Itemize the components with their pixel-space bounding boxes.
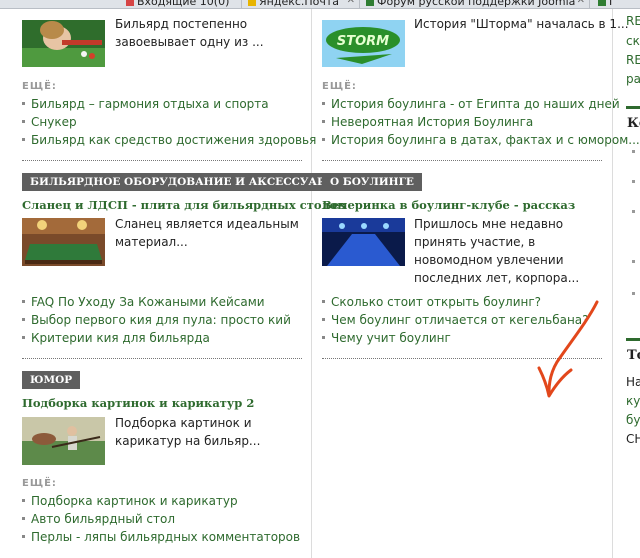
storm-logo-thumbnail[interactable]: STORM bbox=[322, 20, 405, 67]
related-link[interactable]: История боулинга в датах, фактах и с юмо… bbox=[322, 131, 640, 149]
bullet bbox=[632, 180, 635, 183]
cartoon-photo bbox=[22, 417, 105, 465]
category-badge[interactable]: Бильярдное оборудование и аксессуары bbox=[22, 173, 346, 191]
svg-text:STORM: STORM bbox=[337, 34, 389, 49]
browser-tab-joomla-forum[interactable]: Форум русской поддержки Joomla ✕ bbox=[362, 0, 590, 8]
more-label: ЕЩЁ: bbox=[22, 81, 57, 92]
sidebar-fragment[interactable]: ра bbox=[626, 70, 640, 89]
column-divider bbox=[311, 9, 312, 558]
browser-tab-inbox[interactable]: Входящие 10(0) bbox=[122, 0, 242, 8]
related-link[interactable]: Подборка картинок и карикатур bbox=[22, 492, 300, 510]
site-icon bbox=[598, 0, 606, 6]
related-link[interactable]: FAQ По Уходу За Кожаными Кейсами bbox=[22, 293, 291, 311]
article-lead: Сланец является идеальным материал... bbox=[115, 217, 299, 249]
related-link[interactable]: Бильярд – гармония отдыха и спорта bbox=[22, 95, 316, 113]
mail-icon bbox=[126, 0, 134, 6]
related-link[interactable]: Снукер bbox=[22, 113, 316, 131]
sidebar-accent-bar bbox=[626, 338, 640, 341]
browser-tab-other[interactable]: Г bbox=[594, 0, 640, 8]
bowling-thumbnail[interactable] bbox=[322, 218, 405, 266]
browser-tab-yandex-mail[interactable]: Яндекс.Почта ✕ bbox=[244, 0, 360, 8]
article-lead: Подборка картинок и карикатур на бильяр.… bbox=[115, 416, 261, 448]
related-link[interactable]: Критерии кия для бильярда bbox=[22, 329, 291, 347]
sidebar-fragment[interactable]: бун bbox=[626, 411, 640, 430]
annotation-arrow bbox=[537, 300, 599, 398]
category-badge[interactable]: О боулинге bbox=[322, 173, 422, 191]
sidebar-accent-bar bbox=[626, 106, 640, 109]
billiard-room-thumbnail[interactable] bbox=[22, 218, 105, 266]
column-divider bbox=[612, 9, 613, 558]
related-link[interactable]: Перлы - ляпы бильярдных комментаторов bbox=[22, 528, 300, 546]
article-lead: История "Шторма" началась в 1... bbox=[414, 17, 629, 31]
sidebar-fragment[interactable]: RE bbox=[626, 12, 640, 31]
close-icon[interactable]: ✕ bbox=[347, 0, 355, 6]
cartoon-thumbnail[interactable] bbox=[22, 417, 105, 465]
sidebar-heading: То bbox=[627, 348, 640, 363]
related-link[interactable]: Бильярд как средство достижения здоровья bbox=[22, 131, 316, 149]
billiard-room-photo bbox=[22, 218, 105, 266]
article-lead: Пришлось мне недавно принять участие, в … bbox=[414, 217, 580, 285]
related-link[interactable]: Авто бильярдный стол bbox=[22, 510, 300, 528]
category-badge[interactable]: Юмор bbox=[22, 371, 81, 389]
bullet bbox=[632, 210, 635, 213]
bowling-photo bbox=[322, 218, 405, 266]
sidebar-fragment[interactable]: кур bbox=[626, 392, 640, 411]
dotted-divider bbox=[22, 358, 302, 359]
related-links: Подборка картинок и карикатур Авто билья… bbox=[22, 492, 300, 546]
sidebar-heading: Ко bbox=[627, 116, 640, 131]
sidebar-fragment[interactable]: ска bbox=[626, 32, 640, 51]
sidebar-fragment: На bbox=[626, 375, 640, 389]
dotted-divider bbox=[322, 160, 602, 161]
related-link[interactable]: История боулинга - от Египта до наших дн… bbox=[322, 95, 640, 113]
sidebar-fragment[interactable]: RE bbox=[626, 51, 640, 70]
article-title[interactable]: Сланец и ЛДСП - плита для бильярдных сто… bbox=[22, 198, 345, 212]
article-lead: Бильярд постепенно завоевывает одну из .… bbox=[115, 17, 264, 49]
bullet bbox=[632, 150, 635, 153]
more-label: ЕЩЁ: bbox=[322, 81, 357, 92]
article-title[interactable]: Подборка картинок и карикатур 2 bbox=[22, 396, 254, 410]
article-title[interactable]: Вечеринка в боулинг-клубе - рассказ bbox=[322, 198, 575, 212]
bullet bbox=[632, 292, 635, 295]
billiards-thumbnail[interactable] bbox=[22, 20, 105, 67]
bullet bbox=[632, 260, 635, 263]
related-link[interactable]: Невероятная История Боулинга bbox=[322, 113, 640, 131]
browser-tab-strip: Входящие 10(0) Яндекс.Почта ✕ Форум русс… bbox=[0, 0, 640, 9]
billiards-photo bbox=[22, 20, 105, 67]
storm-logo: STORM bbox=[322, 20, 405, 67]
close-icon[interactable]: ✕ bbox=[577, 0, 585, 6]
related-link[interactable]: Выбор первого кия для пула: просто кий bbox=[22, 311, 291, 329]
more-label: ЕЩЁ: bbox=[22, 478, 57, 489]
dotted-divider bbox=[22, 160, 302, 161]
forum-icon bbox=[366, 0, 374, 6]
sidebar-fragment: СН bbox=[626, 432, 640, 446]
related-links: FAQ По Уходу За Кожаными Кейсами Выбор п… bbox=[22, 293, 291, 347]
related-links: История боулинга - от Египта до наших дн… bbox=[322, 95, 640, 149]
yandex-icon bbox=[248, 0, 256, 6]
related-links: Бильярд – гармония отдыха и спорта Снуке… bbox=[22, 95, 316, 149]
